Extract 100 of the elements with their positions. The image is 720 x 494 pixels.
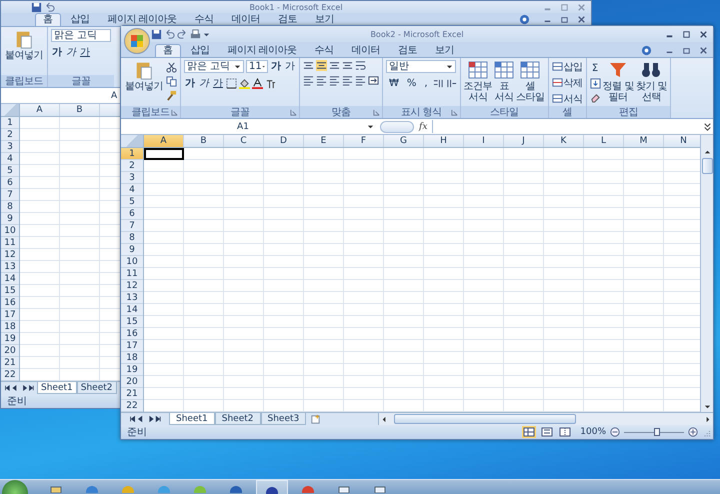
insert-sheet-icon[interactable] <box>310 414 322 424</box>
help-icon[interactable] <box>641 45 652 56</box>
number-format-button[interactable]: ₩ <box>386 77 402 90</box>
restore-icon[interactable] <box>559 14 570 25</box>
wrap-text-icon[interactable] <box>355 60 366 71</box>
autosum-button[interactable]: Σ <box>590 62 601 75</box>
row-header[interactable]: 4 <box>121 184 143 196</box>
cells-button[interactable]: 서식 <box>552 92 583 105</box>
sheet-tab[interactable]: Sheet2 <box>214 413 260 425</box>
row-header[interactable]: 21 <box>1 357 19 369</box>
close-icon[interactable] <box>576 14 587 25</box>
editing-button[interactable]: 정렬 및 필터 <box>602 60 634 103</box>
font-name-field[interactable]: 맑은 고딕 <box>184 60 244 73</box>
row-header[interactable]: 9 <box>121 244 143 256</box>
scrollbar-thumb[interactable] <box>394 414 576 424</box>
close-icon[interactable] <box>698 28 709 40</box>
font-style-button[interactable]: 가 <box>51 46 63 59</box>
ribbon-tab[interactable]: 데이터 <box>344 44 388 57</box>
row-header[interactable]: 8 <box>121 232 143 244</box>
row-header[interactable]: 6 <box>121 208 143 220</box>
undo-icon[interactable] <box>44 2 55 12</box>
row-header[interactable]: 17 <box>1 309 19 321</box>
brush-icon[interactable] <box>166 90 177 101</box>
bottom-align-icon[interactable] <box>329 60 340 71</box>
column-header[interactable]: E <box>304 135 344 147</box>
expand-icon[interactable] <box>702 121 713 132</box>
normal-view-button[interactable] <box>522 426 536 438</box>
row-header[interactable]: 7 <box>121 220 143 232</box>
top-align-icon[interactable] <box>303 60 314 71</box>
paste-button[interactable]: 붙여넣기 <box>124 60 164 92</box>
zoom-in-icon[interactable] <box>688 427 698 437</box>
slider-thumb[interactable] <box>654 428 660 436</box>
column-header[interactable]: J <box>504 135 544 147</box>
selected-cell[interactable] <box>144 148 184 160</box>
row-header[interactable]: 11 <box>121 268 143 280</box>
font-style-button[interactable]: 가 <box>198 77 210 90</box>
row-header[interactable]: 7 <box>1 189 19 201</box>
font-size-field[interactable]: 11 <box>246 60 268 73</box>
row-header[interactable]: 14 <box>1 273 19 285</box>
sheet-tab[interactable]: Sheet1 <box>169 413 215 425</box>
sheet-tab[interactable]: Sheet2 <box>76 382 116 394</box>
row-header[interactable]: 19 <box>121 364 143 376</box>
save-icon[interactable] <box>31 2 42 12</box>
row-header[interactable]: 20 <box>1 345 19 357</box>
decrease-decimal-icon[interactable] <box>446 78 457 89</box>
left-align-icon[interactable] <box>303 75 314 86</box>
row-header[interactable]: 2 <box>1 129 19 141</box>
name-box-field[interactable]: A1 <box>121 122 365 132</box>
close-icon[interactable] <box>698 45 709 56</box>
ribbon-tab[interactable]: 페이지 레이아웃 <box>100 13 185 26</box>
column-header[interactable]: C <box>224 135 264 147</box>
page-layout-view-button[interactable] <box>540 426 554 438</box>
row-header[interactable]: 8 <box>1 201 19 213</box>
row-header[interactable]: 14 <box>121 304 143 316</box>
row-header[interactable]: 3 <box>121 172 143 184</box>
row-header[interactable]: 20 <box>121 376 143 388</box>
column-header[interactable]: A <box>144 135 184 147</box>
column-header[interactable]: M <box>624 135 664 147</box>
fill-color-icon[interactable] <box>239 78 250 89</box>
taskbar-button[interactable] <box>256 480 288 494</box>
row-header[interactable]: 13 <box>1 261 19 273</box>
row-header[interactable]: 13 <box>121 292 143 304</box>
ribbon-tab[interactable]: 검토 <box>270 13 306 26</box>
save-icon[interactable] <box>151 28 162 40</box>
number-format-button[interactable]: , <box>421 77 431 90</box>
indent-icon[interactable] <box>355 75 366 86</box>
column-header[interactable]: D <box>264 135 304 147</box>
column-header[interactable]: I <box>464 135 504 147</box>
row-header[interactable]: 11 <box>1 237 19 249</box>
sheet-tab[interactable]: Sheet1 <box>37 382 77 394</box>
print-icon[interactable] <box>190 28 201 40</box>
ribbon-tab[interactable]: 보기 <box>427 44 462 57</box>
row-header[interactable]: 1 <box>121 148 143 160</box>
phonetic-icon[interactable] <box>265 78 276 89</box>
row-header[interactable]: 17 <box>121 340 143 352</box>
font-size-button[interactable]: 가 <box>270 60 282 73</box>
maximize-icon[interactable] <box>681 28 692 40</box>
restore-icon[interactable] <box>681 45 692 56</box>
help-icon[interactable] <box>519 14 530 25</box>
eraser-icon[interactable] <box>590 92 601 103</box>
undo-icon[interactable] <box>164 28 175 40</box>
editing-button[interactable]: 찾기 및 선택 <box>636 60 667 103</box>
font-style-button[interactable]: 가 <box>184 77 196 90</box>
scrollbar-thumb[interactable] <box>702 158 712 174</box>
row-header[interactable]: 9 <box>1 213 19 225</box>
column-header[interactable]: F <box>344 135 384 147</box>
dialog-launcher-icon[interactable] <box>171 108 178 116</box>
font-color-icon[interactable] <box>252 78 263 89</box>
row-header[interactable]: 21 <box>121 388 143 400</box>
horizontal-scrollbar[interactable] <box>378 413 713 425</box>
redo-icon[interactable] <box>177 28 188 40</box>
dialog-launcher-icon[interactable] <box>373 108 380 116</box>
vertical-scrollbar[interactable] <box>700 135 713 412</box>
ribbon-tab[interactable]: 데이터 <box>224 13 268 26</box>
start-button[interactable] <box>2 480 28 494</box>
row-header[interactable]: 1 <box>1 117 19 129</box>
row-header[interactable]: 16 <box>1 297 19 309</box>
ribbon-tab[interactable]: 홈 <box>155 44 180 57</box>
style-button[interactable]: 셀 스타일 <box>516 60 545 103</box>
scroll-up-icon[interactable] <box>704 149 710 156</box>
